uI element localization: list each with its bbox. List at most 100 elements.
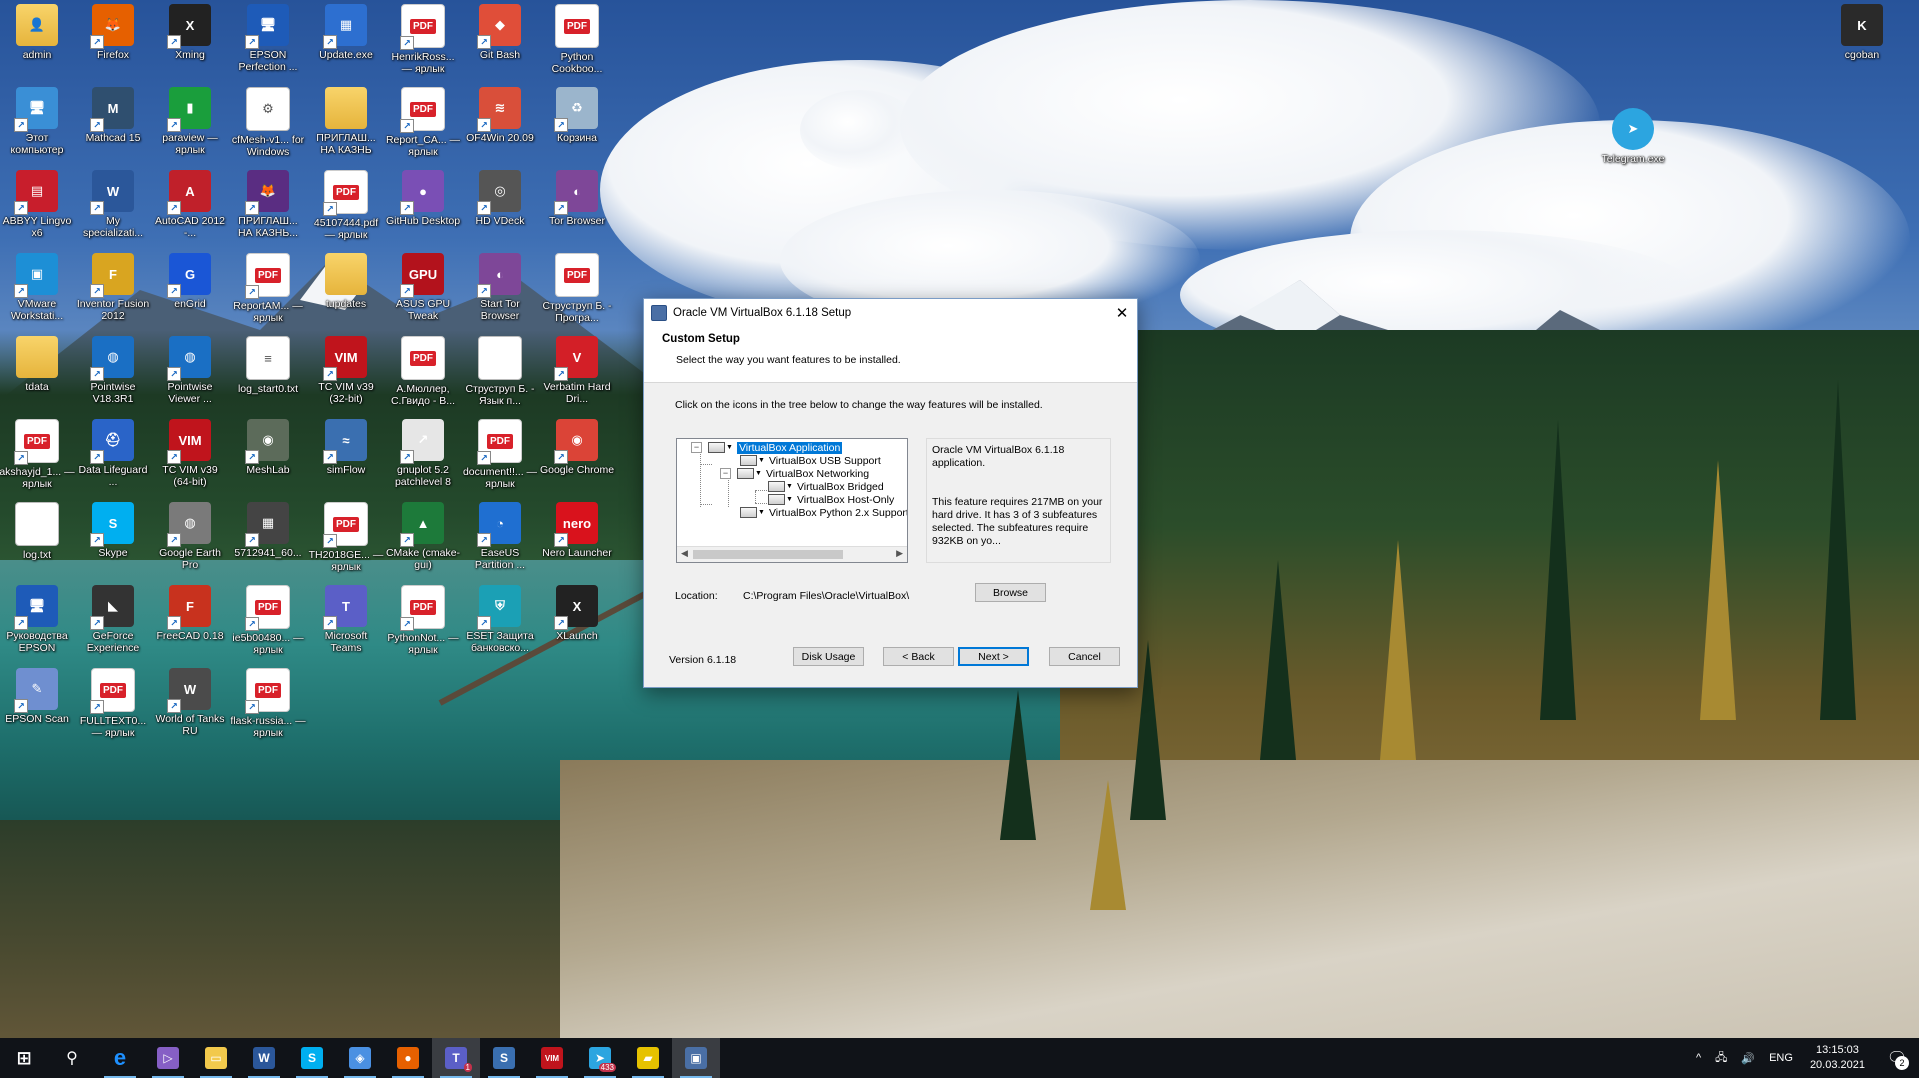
chevron-down-icon[interactable]: ▼ bbox=[786, 496, 793, 503]
desktop-icon[interactable]: PDF document!!... — ярлык bbox=[462, 419, 538, 490]
desktop-icon[interactable]: 🖥Руководства EPSON bbox=[0, 585, 75, 654]
chevron-down-icon[interactable]: ▼ bbox=[758, 457, 765, 464]
desktop-icon[interactable]: SSkype bbox=[75, 502, 151, 559]
desktop-icon[interactable]: ▤ABBYY Lingvo x6 bbox=[0, 170, 75, 239]
taskbar-visual-studio[interactable]: ▷ bbox=[144, 1038, 192, 1078]
desktop-icon[interactable]: ♻Корзина bbox=[539, 87, 615, 144]
collapse-icon[interactable]: − bbox=[720, 468, 731, 479]
taskbar-teams[interactable]: T1 bbox=[432, 1038, 480, 1078]
desktop-icon[interactable]: ≡ log_start0.txt bbox=[230, 336, 306, 395]
chevron-down-icon[interactable]: ▼ bbox=[786, 483, 793, 490]
desktop-icon[interactable]: VIMTC VIM v39 (64-bit) bbox=[152, 419, 228, 488]
desktop-icon[interactable]: MMathcad 15 bbox=[75, 87, 151, 144]
taskbar-simflow[interactable]: S bbox=[480, 1038, 528, 1078]
desktop-icon[interactable]: ⚙ cfMesh-v1... for Windows bbox=[230, 87, 306, 158]
drive-icon[interactable] bbox=[737, 468, 754, 479]
desktop-icon[interactable]: ▮paraview — ярлык bbox=[152, 87, 228, 156]
desktop-icon[interactable]: PDF FULLTEXT0... — ярлык bbox=[75, 668, 151, 739]
desktop-icon[interactable]: ◆Git Bash bbox=[462, 4, 538, 61]
feature-tree[interactable]: − ▼ VirtualBox Application ▼ VirtualBox … bbox=[676, 438, 908, 563]
show-hidden-icons-chevron[interactable]: ^ bbox=[1689, 1052, 1708, 1064]
desktop-icon[interactable]: ◍Google Earth Pro bbox=[152, 502, 228, 571]
desktop-icon[interactable]: ⛑Data Lifeguard ... bbox=[75, 419, 151, 488]
volume-icon[interactable]: 🔊 bbox=[1734, 1052, 1762, 1065]
desktop-icon[interactable]: ⛨ESET Защита банковско... bbox=[462, 585, 538, 654]
chevron-down-icon[interactable]: ▼ bbox=[755, 470, 762, 477]
desktop-icon[interactable]: PDF akshayjd_1... — ярлык bbox=[0, 419, 75, 490]
desktop-icon[interactable]: PDF 45107444.pdf — ярлык bbox=[308, 170, 384, 241]
tree-item-python-support[interactable]: ▼ VirtualBox Python 2.x Support bbox=[740, 505, 907, 520]
drive-icon[interactable] bbox=[768, 494, 785, 505]
action-center-button[interactable]: 🗨 2 bbox=[1875, 1038, 1919, 1078]
desktop-icon[interactable]: PDF Струструп Б. - Програ... bbox=[539, 253, 615, 324]
desktop-icon[interactable]: PDF Python Cookboo... bbox=[539, 4, 615, 75]
desktop-icon[interactable]: ◎HD VDeck bbox=[462, 170, 538, 227]
desktop-icon[interactable]: ◐Start Tor Browser bbox=[462, 253, 538, 322]
back-button[interactable]: < Back bbox=[883, 647, 954, 666]
desktop-icon[interactable]: ◍Pointwise V18.3R1 bbox=[75, 336, 151, 405]
desktop-icon[interactable]: ▦Update.exe bbox=[308, 4, 384, 61]
desktop-icon[interactable]: PDF А.Мюллер, С.Гвидо - В... bbox=[385, 336, 461, 407]
desktop-icon[interactable]: XXLaunch bbox=[539, 585, 615, 642]
desktop-icon[interactable]: WMy specializati... bbox=[75, 170, 151, 239]
collapse-icon[interactable]: − bbox=[691, 442, 702, 453]
desktop-icon[interactable]: PDF PythonNot... — ярлык bbox=[385, 585, 461, 656]
desktop-icon[interactable]: PDF ReportAM... — ярлык bbox=[230, 253, 306, 324]
desktop-icon[interactable]: VVerbatim Hard Dri... bbox=[539, 336, 615, 405]
desktop-icon[interactable]: ◉MeshLab bbox=[230, 419, 306, 476]
chevron-right-icon[interactable]: ▶ bbox=[896, 548, 903, 559]
taskbar-drive-tool[interactable]: ▰ bbox=[624, 1038, 672, 1078]
desktop-icon[interactable]: PDF TH2018GE... — ярлык bbox=[308, 502, 384, 573]
taskbar-edge[interactable]: e bbox=[96, 1038, 144, 1078]
desktop-icon-telegram[interactable]: ➤ Telegram.exe bbox=[1595, 108, 1671, 165]
desktop-icon[interactable]: ◉Google Chrome bbox=[539, 419, 615, 476]
desktop-icon[interactable]: ●GitHub Desktop bbox=[385, 170, 461, 227]
clock[interactable]: 13:15:03 20.03.2021 bbox=[1800, 1043, 1875, 1073]
next-button[interactable]: Next > bbox=[958, 647, 1029, 666]
dialog-titlebar[interactable]: Oracle VM VirtualBox 6.1.18 Setup ✕ bbox=[644, 299, 1137, 326]
taskbar-search[interactable]: ⚲ bbox=[48, 1038, 96, 1078]
desktop-icon[interactable]: tdata bbox=[0, 336, 75, 393]
desktop-icon[interactable]: Струструп Б. - Язык п... bbox=[462, 336, 538, 407]
desktop-icon[interactable]: ПРИГЛАШ... НА КАЗНЬ bbox=[308, 87, 384, 156]
desktop-icon-cgoban[interactable]: Kcgoban bbox=[1824, 4, 1900, 61]
desktop-icon[interactable]: AAutoCAD 2012 -... bbox=[152, 170, 228, 239]
cancel-button[interactable]: Cancel bbox=[1049, 647, 1120, 666]
disk-usage-button[interactable]: Disk Usage bbox=[793, 647, 864, 666]
desktop-icon[interactable]: 🦊Firefox bbox=[75, 4, 151, 61]
desktop-icon[interactable]: PDF HenrikRoss... — ярлык bbox=[385, 4, 461, 75]
drive-icon[interactable] bbox=[708, 442, 725, 453]
chevron-left-icon[interactable]: ◀ bbox=[681, 548, 688, 559]
network-icon[interactable]: 🖧 bbox=[1708, 1049, 1734, 1068]
desktop-icon[interactable]: FFreeCAD 0.18 bbox=[152, 585, 228, 642]
desktop-icon[interactable]: TMicrosoft Teams bbox=[308, 585, 384, 654]
desktop-icon[interactable]: 👤 admin bbox=[0, 4, 75, 61]
drive-icon[interactable] bbox=[740, 507, 757, 518]
desktop-icon[interactable]: PDF flask-russia... — ярлык bbox=[230, 668, 306, 739]
chevron-down-icon[interactable]: ▼ bbox=[758, 509, 765, 516]
desktop-icon[interactable]: 🖥EPSON Perfection ... bbox=[230, 4, 306, 73]
desktop-icon[interactable]: ↗gnuplot 5.2 patchlevel 8 bbox=[385, 419, 461, 488]
desktop-icon[interactable]: ◔EaseUS Partition ... bbox=[462, 502, 538, 571]
desktop-icon[interactable]: ▲CMake (cmake-gui) bbox=[385, 502, 461, 571]
desktop-icon[interactable]: FInventor Fusion 2012 bbox=[75, 253, 151, 322]
tree-horizontal-scrollbar[interactable]: ◀ ▶ bbox=[677, 546, 907, 562]
desktop-icon[interactable]: ≋OF4Win 20.09 bbox=[462, 87, 538, 144]
close-icon[interactable]: ✕ bbox=[1107, 299, 1137, 326]
desktop-icon[interactable]: ≈simFlow bbox=[308, 419, 384, 476]
taskbar-telegram[interactable]: ➤ 433 bbox=[576, 1038, 624, 1078]
scrollbar-thumb[interactable] bbox=[693, 550, 843, 559]
desktop-icon[interactable]: ◍Pointwise Viewer ... bbox=[152, 336, 228, 405]
desktop-icon[interactable]: ◣GeForce Experience bbox=[75, 585, 151, 654]
taskbar-skype[interactable]: S bbox=[288, 1038, 336, 1078]
desktop-icon[interactable]: GenGrid bbox=[152, 253, 228, 310]
taskbar-tc-vim[interactable]: VIM bbox=[528, 1038, 576, 1078]
desktop-icon[interactable]: GPUASUS GPU Tweak bbox=[385, 253, 461, 322]
taskbar-firefox[interactable]: ● bbox=[384, 1038, 432, 1078]
desktop-icon[interactable]: tupdates bbox=[308, 253, 384, 310]
desktop-icon[interactable]: ◐Tor Browser bbox=[539, 170, 615, 227]
desktop-icon[interactable]: neroNero Launcher bbox=[539, 502, 615, 559]
taskbar-virtualbox-setup[interactable]: ▣ bbox=[672, 1038, 720, 1078]
taskbar-start[interactable]: ⊞ bbox=[0, 1038, 48, 1078]
taskbar-file-explorer[interactable]: ▭ bbox=[192, 1038, 240, 1078]
